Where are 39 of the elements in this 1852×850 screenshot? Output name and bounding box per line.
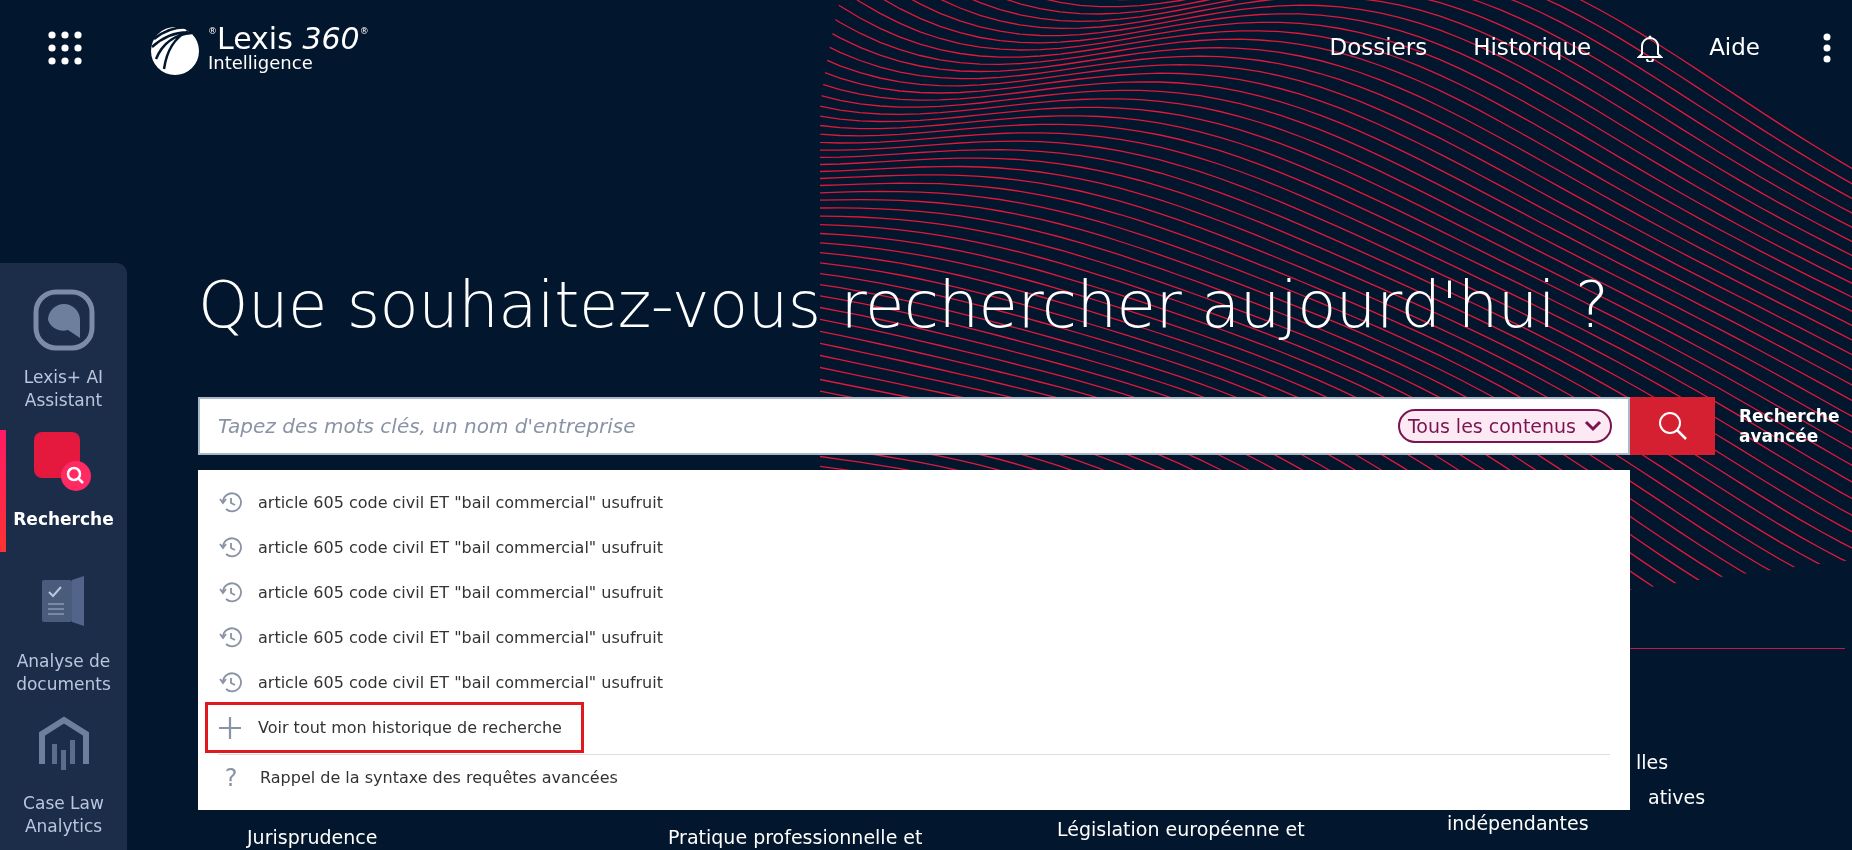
history-icon (218, 490, 242, 515)
grid-icon (48, 30, 82, 65)
chat-bubble-icon (31, 288, 96, 352)
logo-title: $^{®}$Lexis 360$^{®}$ (208, 23, 369, 54)
more-button[interactable] (1822, 32, 1832, 63)
category-link[interactable]: lles (1636, 750, 1669, 774)
history-icon (218, 670, 242, 695)
apps-menu-button[interactable] (48, 30, 82, 65)
category-link[interactable]: Législation européenne et (1057, 815, 1447, 844)
category-link[interactable]: Pratique professionnelle et (668, 823, 1057, 850)
nav-link[interactable]: Aide (1709, 30, 1760, 65)
category-link[interactable]: atives (1636, 785, 1706, 809)
sidebar-item[interactable]: Lexis+ AI Assistant (0, 288, 127, 430)
chevron-down-icon (1584, 420, 1602, 432)
history-suggestion[interactable]: article 605 code civil ET "bail commercial" usufruit (208, 525, 1620, 570)
kebab-icon (1822, 32, 1832, 63)
sidebar-item[interactable]: Analyse de documents (0, 572, 127, 714)
sidebar-item[interactable]: Recherche (0, 430, 127, 572)
plus-icon (218, 715, 242, 740)
help-icon: ? (218, 759, 244, 796)
history-suggestion[interactable]: article 605 code civil ET "bail commercial" usufruit (208, 480, 1620, 525)
history-icon (218, 625, 242, 650)
history-suggestion[interactable]: article 605 code civil ET "bail commercial" usufruit (208, 615, 1620, 660)
scope-dropdown[interactable]: Tous les contenus (1397, 408, 1612, 444)
history-icon (218, 535, 242, 560)
category-link[interactable]: Jurisprudence (247, 823, 668, 850)
search-field[interactable]: Tapez des mots clés, un nom d'entreprise Tous les contenus (198, 397, 1630, 455)
notifications-button[interactable] (1637, 33, 1664, 62)
search-button[interactable] (1630, 397, 1715, 455)
bell-icon (1637, 33, 1664, 62)
category-link[interactable]: indépendantes (1447, 811, 1589, 835)
syntax-help-link[interactable]: ? Rappel de la syntaxe des requêtes avancées (208, 755, 1620, 800)
logo-tagline: Intelligence (208, 53, 314, 72)
history-suggestion[interactable]: article 605 code civil ET "bail commercial" usufruit (208, 660, 1620, 705)
search-icon (1657, 411, 1688, 441)
sidebar-item[interactable]: Case Law Analytics (0, 714, 127, 850)
full-history-link[interactable]: Voir tout mon historique de recherche (208, 705, 581, 750)
history-icon (218, 580, 242, 605)
history-suggestion[interactable]: article 605 code civil ET "bail commercial" usufruit (208, 570, 1620, 615)
